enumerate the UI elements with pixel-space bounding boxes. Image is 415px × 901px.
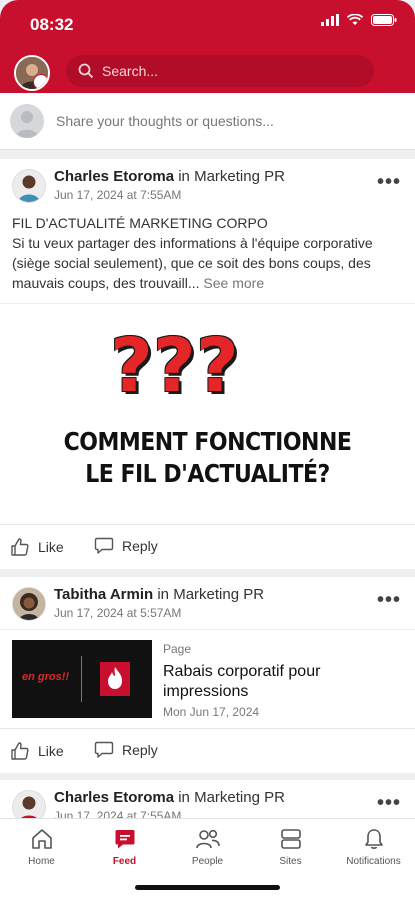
tab-feed[interactable]: Feed bbox=[83, 827, 166, 867]
post-author-line: Charles Etoroma in Marketing PR bbox=[54, 168, 285, 185]
reply-label: Reply bbox=[122, 538, 158, 554]
post-text: Si tu veux partager des informations à l… bbox=[12, 235, 373, 291]
status-icons bbox=[321, 14, 397, 26]
like-label: Like bbox=[38, 743, 64, 759]
author-avatar[interactable] bbox=[12, 790, 46, 820]
author-avatar[interactable] bbox=[12, 169, 46, 203]
bell-icon bbox=[364, 829, 383, 849]
speech-bubble-icon bbox=[94, 537, 114, 554]
tab-label: People bbox=[191, 856, 224, 867]
battery-icon bbox=[371, 14, 397, 26]
in-label: in bbox=[157, 586, 170, 603]
author-photo bbox=[13, 170, 45, 202]
speech-bubble-icon bbox=[94, 741, 114, 758]
tab-notifications[interactable]: Notifications bbox=[332, 827, 415, 867]
post-actions: Like Reply bbox=[0, 524, 415, 569]
user-avatar[interactable] bbox=[14, 55, 50, 91]
app-header: 08:32 Search... bbox=[0, 0, 415, 93]
more-options-icon[interactable]: ••• bbox=[377, 171, 401, 194]
link-kind: Page bbox=[163, 642, 192, 656]
divider bbox=[0, 629, 415, 630]
thumbs-up-icon bbox=[11, 538, 29, 556]
post-card: Charles Etoroma in Marketing PR Jun 17, … bbox=[0, 159, 415, 569]
feed-icon bbox=[115, 830, 134, 849]
link-date: Mon Jun 17, 2024 bbox=[163, 705, 260, 719]
more-options-icon[interactable]: ••• bbox=[377, 792, 401, 815]
group-name[interactable]: Marketing PR bbox=[173, 586, 264, 603]
post-body: FIL D'ACTUALITÉ MARKETING CORPO Si tu ve… bbox=[12, 213, 403, 293]
search-icon bbox=[78, 63, 94, 79]
in-label: in bbox=[178, 168, 190, 185]
thumbnail-divider bbox=[81, 656, 82, 702]
like-button[interactable]: Like bbox=[10, 537, 64, 557]
post-card: Charles Etoroma in Marketing PR Jun 17, … bbox=[0, 780, 415, 820]
flame-logo-icon bbox=[100, 662, 130, 696]
home-icon bbox=[31, 829, 52, 849]
group-name[interactable]: Marketing PR bbox=[194, 168, 285, 185]
post-heading: FIL D'ACTUALITÉ MARKETING CORPO bbox=[12, 215, 268, 231]
image-title-line-2: LE FIL D'ACTUALITÉ? bbox=[85, 460, 330, 489]
like-label: Like bbox=[38, 539, 64, 555]
tab-label: Sites bbox=[279, 856, 302, 867]
post-card: Tabitha Armin in Marketing PR Jun 17, 20… bbox=[0, 577, 415, 773]
people-icon bbox=[195, 829, 220, 849]
cellular-signal-icon bbox=[321, 14, 339, 26]
thumbnail-text: en gros!! bbox=[22, 671, 70, 683]
status-bar: 08:32 bbox=[0, 0, 415, 48]
post-author-line: Tabitha Armin in Marketing PR bbox=[54, 586, 264, 603]
thumbs-up-icon bbox=[11, 742, 29, 760]
notification-badge bbox=[33, 74, 48, 89]
see-more-link[interactable]: See more bbox=[203, 275, 264, 291]
tab-people[interactable]: People bbox=[166, 827, 249, 867]
reply-label: Reply bbox=[122, 742, 158, 758]
post-timestamp: Jun 17, 2024 at 7:55AM bbox=[54, 188, 182, 202]
question-marks-text: ??? bbox=[110, 323, 239, 409]
author-name[interactable]: Tabitha Armin bbox=[54, 586, 153, 603]
sites-icon bbox=[280, 829, 301, 849]
tab-label: Home bbox=[28, 856, 55, 867]
search-placeholder: Search... bbox=[102, 63, 159, 79]
post-image[interactable]: ??? COMMENT FONCTIONNE LE FIL D'ACTUALIT… bbox=[0, 303, 415, 524]
in-label: in bbox=[178, 789, 190, 806]
author-name[interactable]: Charles Etoroma bbox=[54, 789, 174, 806]
author-photo bbox=[13, 588, 45, 620]
home-indicator bbox=[135, 885, 280, 890]
search-input[interactable]: Search... bbox=[66, 55, 374, 87]
reply-button[interactable]: Reply bbox=[94, 741, 158, 759]
tab-home[interactable]: Home bbox=[0, 827, 83, 867]
image-title-line-1: COMMENT FONCTIONNE bbox=[63, 428, 352, 457]
like-button[interactable]: Like bbox=[10, 741, 64, 761]
link-title[interactable]: Rabais corporatif pour impressions bbox=[163, 662, 393, 702]
composer-prompt: Share your thoughts or questions... bbox=[56, 113, 274, 129]
author-avatar[interactable] bbox=[12, 587, 46, 621]
post-actions: Like Reply bbox=[0, 728, 415, 773]
composer-avatar bbox=[10, 104, 44, 138]
group-name[interactable]: Marketing PR bbox=[194, 789, 285, 806]
link-thumbnail[interactable]: en gros!! bbox=[12, 640, 152, 718]
reply-button[interactable]: Reply bbox=[94, 537, 158, 555]
person-placeholder-icon bbox=[15, 111, 39, 138]
more-options-icon[interactable]: ••• bbox=[377, 589, 401, 612]
question-marks: ??? bbox=[110, 326, 239, 406]
tab-sites[interactable]: Sites bbox=[249, 827, 332, 867]
post-author-line: Charles Etoroma in Marketing PR bbox=[54, 789, 285, 806]
status-time: 08:32 bbox=[30, 15, 74, 34]
author-photo bbox=[13, 791, 45, 820]
author-name[interactable]: Charles Etoroma bbox=[54, 168, 174, 185]
tab-label: Feed bbox=[112, 856, 137, 867]
tab-label: Notifications bbox=[346, 856, 401, 867]
post-composer[interactable]: Share your thoughts or questions... bbox=[0, 93, 415, 150]
post-timestamp: Jun 17, 2024 at 5:57AM bbox=[54, 606, 182, 620]
wifi-icon bbox=[347, 14, 363, 25]
